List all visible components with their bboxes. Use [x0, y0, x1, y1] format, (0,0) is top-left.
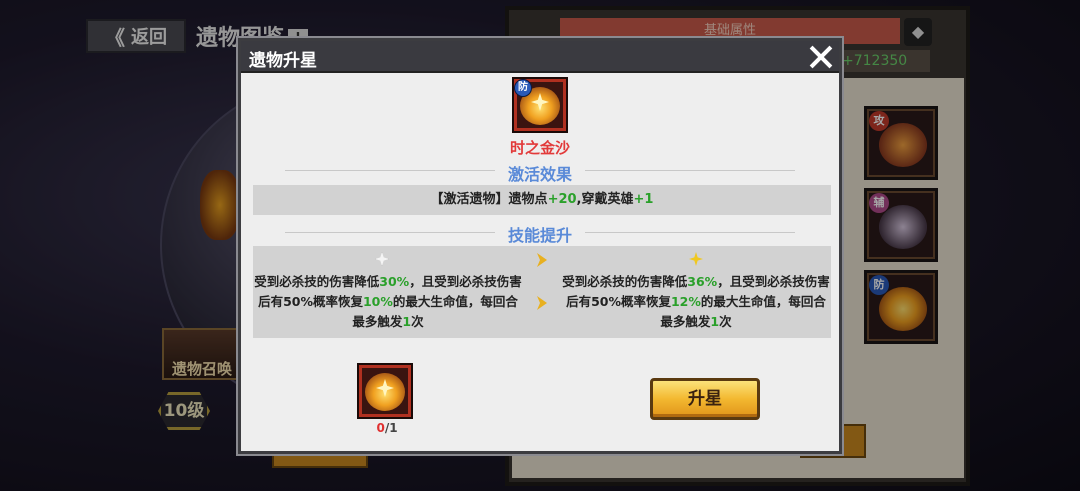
- text: 次: [719, 314, 732, 329]
- value: 30%: [379, 274, 410, 289]
- text: 受到必杀技的伤害降低: [254, 274, 380, 289]
- activation-prefix: 【激活遗物】遗物点: [430, 192, 548, 207]
- cost-count: 0/1: [367, 421, 407, 435]
- activation-heroes: +1: [633, 192, 654, 207]
- defense-badge: 防: [514, 79, 532, 97]
- dialog-title: 遗物升星: [249, 51, 317, 71]
- value: 12%: [670, 294, 701, 309]
- cost-have: 0: [376, 421, 385, 435]
- star-empty-icon: [375, 252, 389, 266]
- value: 10%: [362, 294, 393, 309]
- cost-relic-icon[interactable]: [357, 363, 413, 419]
- text: 受到必杀技的伤害降低: [562, 274, 688, 289]
- divider: [585, 232, 795, 233]
- value: 36%: [687, 274, 718, 289]
- skill-next-text: 受到必杀技的伤害降低36%，且受到必杀技伤害后有50%概率恢复12%的最大生命值…: [561, 272, 831, 332]
- relic-icon: 防: [512, 77, 568, 133]
- relic-name: 时之金沙: [509, 139, 570, 157]
- arrow-right-icon: [537, 296, 547, 310]
- value: 1: [710, 314, 720, 329]
- activation-effect: 【激活遗物】遗物点+20,穿戴英雄+1: [253, 185, 831, 215]
- upgrade-star-button[interactable]: 升星: [650, 378, 760, 420]
- activation-middle: ,穿戴英雄: [576, 192, 634, 207]
- divider: [585, 170, 795, 171]
- cost-need: /1: [384, 421, 398, 435]
- text: 次: [411, 314, 424, 329]
- star-filled-icon: [689, 252, 703, 266]
- skill-comparison: 受到必杀技的伤害降低30%，且受到必杀技伤害后有50%概率恢复10%的最大生命值…: [253, 246, 831, 338]
- activation-points: +20: [547, 192, 577, 207]
- value: 1: [402, 314, 412, 329]
- skill-current: 受到必杀技的伤害降低30%，且受到必杀技伤害后有50%概率恢复10%的最大生命值…: [253, 246, 523, 338]
- relic-upgrade-dialog: 遗物升星 防 时之金沙 激活效果 【激活遗物】遗物点+20,穿戴英雄+1 技能提…: [238, 38, 842, 454]
- dialog-header: 遗物升星: [241, 41, 839, 73]
- skill-next: 受到必杀技的伤害降低36%，且受到必杀技伤害后有50%概率恢复12%的最大生命值…: [561, 246, 831, 338]
- skill-section-title: 技能提升: [507, 226, 572, 245]
- arrow-right-icon: [537, 253, 547, 267]
- activation-section-title: 激活效果: [507, 165, 572, 184]
- skill-current-text: 受到必杀技的伤害降低30%，且受到必杀技伤害后有50%概率恢复10%的最大生命值…: [253, 272, 523, 332]
- close-icon[interactable]: [807, 43, 835, 71]
